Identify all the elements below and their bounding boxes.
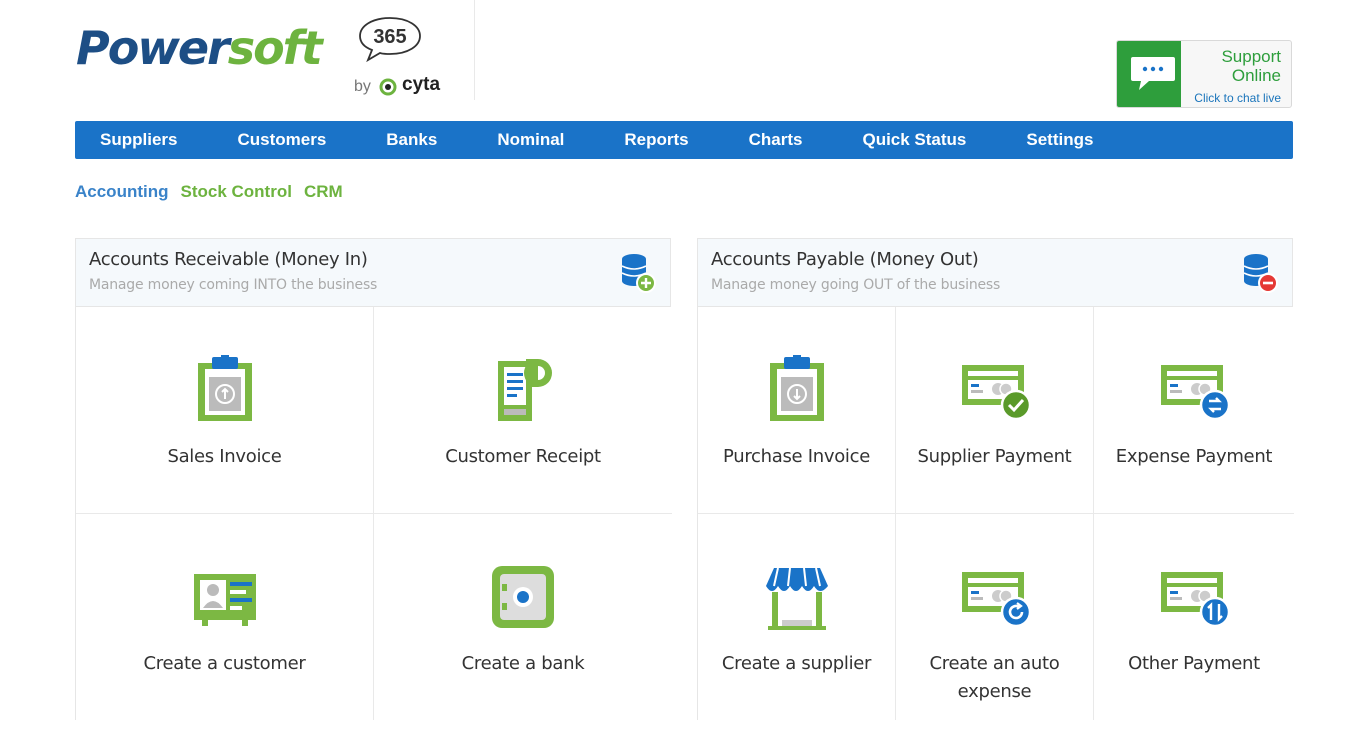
tile-label: Create a customer — [143, 653, 306, 674]
tile-label: Other Payment — [1128, 653, 1260, 674]
storefront-icon — [765, 567, 828, 630]
payable-tiles: Purchase Invoice Supplier Payment Expens… — [698, 307, 1294, 720]
payment-transfer-icon — [1161, 572, 1229, 628]
receipt-icon — [498, 359, 552, 421]
tile-purchase-invoice[interactable]: Purchase Invoice — [698, 307, 896, 514]
cyta-icon — [379, 78, 397, 96]
tile-create-customer[interactable]: Create a customer — [76, 514, 374, 720]
tile-label: Sales Invoice — [167, 446, 282, 467]
database-remove-icon — [1243, 254, 1278, 293]
logo-badge: 365 — [373, 26, 407, 48]
tile-sales-invoice[interactable]: Sales Invoice — [76, 307, 374, 514]
tile-expense-payment[interactable]: Expense Payment — [1094, 307, 1294, 514]
logo-brand: cyta — [402, 74, 441, 95]
support-title: Support Online — [1221, 47, 1281, 85]
panel-subtitle: Manage money going OUT of the business — [711, 277, 1001, 293]
support-online-button[interactable]: Support Online Click to chat live — [1116, 40, 1292, 108]
database-add-icon — [621, 254, 656, 293]
powersoft-logo[interactable]: Powersoft 365 by cyta — [76, 14, 476, 106]
tile-label: Customer Receipt — [445, 446, 601, 467]
module-tabs: Accounting Stock Control CRM — [75, 182, 343, 202]
tab-crm[interactable]: CRM — [304, 182, 343, 202]
header: Powersoft 365 by cyta Support Online Cli… — [0, 0, 1360, 118]
tile-other-payment[interactable]: Other Payment — [1094, 514, 1294, 720]
accounts-payable-panel: Accounts Payable (Money Out) Manage mone… — [697, 238, 1294, 720]
panel-title: Accounts Receivable (Money In) — [89, 249, 368, 270]
nav-suppliers[interactable]: Suppliers — [100, 130, 177, 150]
panel-title: Accounts Payable (Money Out) — [711, 249, 979, 270]
receivable-tiles: Sales Invoice Customer Receipt Create a … — [76, 307, 672, 720]
tile-create-auto-expense[interactable]: Create an auto expense — [896, 514, 1094, 720]
tile-label: Expense Payment — [1115, 446, 1273, 467]
tile-create-bank[interactable]: Create a bank — [374, 514, 672, 720]
header-divider — [474, 0, 475, 100]
payment-exchange-icon — [1161, 365, 1229, 421]
accounts-receivable-panel: Accounts Receivable (Money In) Manage mo… — [75, 238, 672, 720]
clipboard-invoice-icon — [769, 355, 824, 421]
tile-label: Supplier Payment — [917, 446, 1072, 467]
chat-bubble-icon — [1131, 57, 1175, 90]
safe-icon — [492, 566, 554, 628]
nav-reports[interactable]: Reports — [624, 130, 688, 150]
tile-create-supplier[interactable]: Create a supplier — [698, 514, 896, 720]
payment-check-icon — [961, 365, 1030, 421]
tab-accounting[interactable]: Accounting — [75, 182, 169, 202]
panel-header: Accounts Receivable (Money In) Manage mo… — [76, 239, 670, 307]
tile-customer-receipt[interactable]: Customer Receipt — [374, 307, 672, 514]
logo-wordmark: Powersoft — [76, 21, 323, 75]
customer-card-icon — [193, 574, 256, 626]
tile-supplier-payment[interactable]: Supplier Payment — [896, 307, 1094, 514]
tab-stock-control[interactable]: Stock Control — [181, 182, 292, 202]
tile-label: Create a supplier — [721, 653, 872, 674]
logo-by: by — [354, 78, 371, 95]
tile-label: Create a bank — [461, 653, 585, 674]
tile-label: Create an auto expense — [929, 653, 1060, 702]
nav-nominal[interactable]: Nominal — [497, 130, 564, 150]
nav-quick-status[interactable]: Quick Status — [862, 130, 966, 150]
panel-header: Accounts Payable (Money Out) Manage mone… — [698, 239, 1292, 307]
clipboard-invoice-icon — [197, 355, 252, 421]
nav-banks[interactable]: Banks — [386, 130, 437, 150]
tile-label: Purchase Invoice — [722, 446, 870, 467]
nav-customers[interactable]: Customers — [237, 130, 326, 150]
nav-charts[interactable]: Charts — [749, 130, 803, 150]
payment-refresh-icon — [961, 572, 1030, 628]
main-nav: Suppliers Customers Banks Nominal Report… — [75, 121, 1293, 159]
nav-settings[interactable]: Settings — [1026, 130, 1093, 150]
panel-subtitle: Manage money coming INTO the business — [89, 277, 378, 293]
support-subtitle: Click to chat live — [1194, 91, 1281, 105]
